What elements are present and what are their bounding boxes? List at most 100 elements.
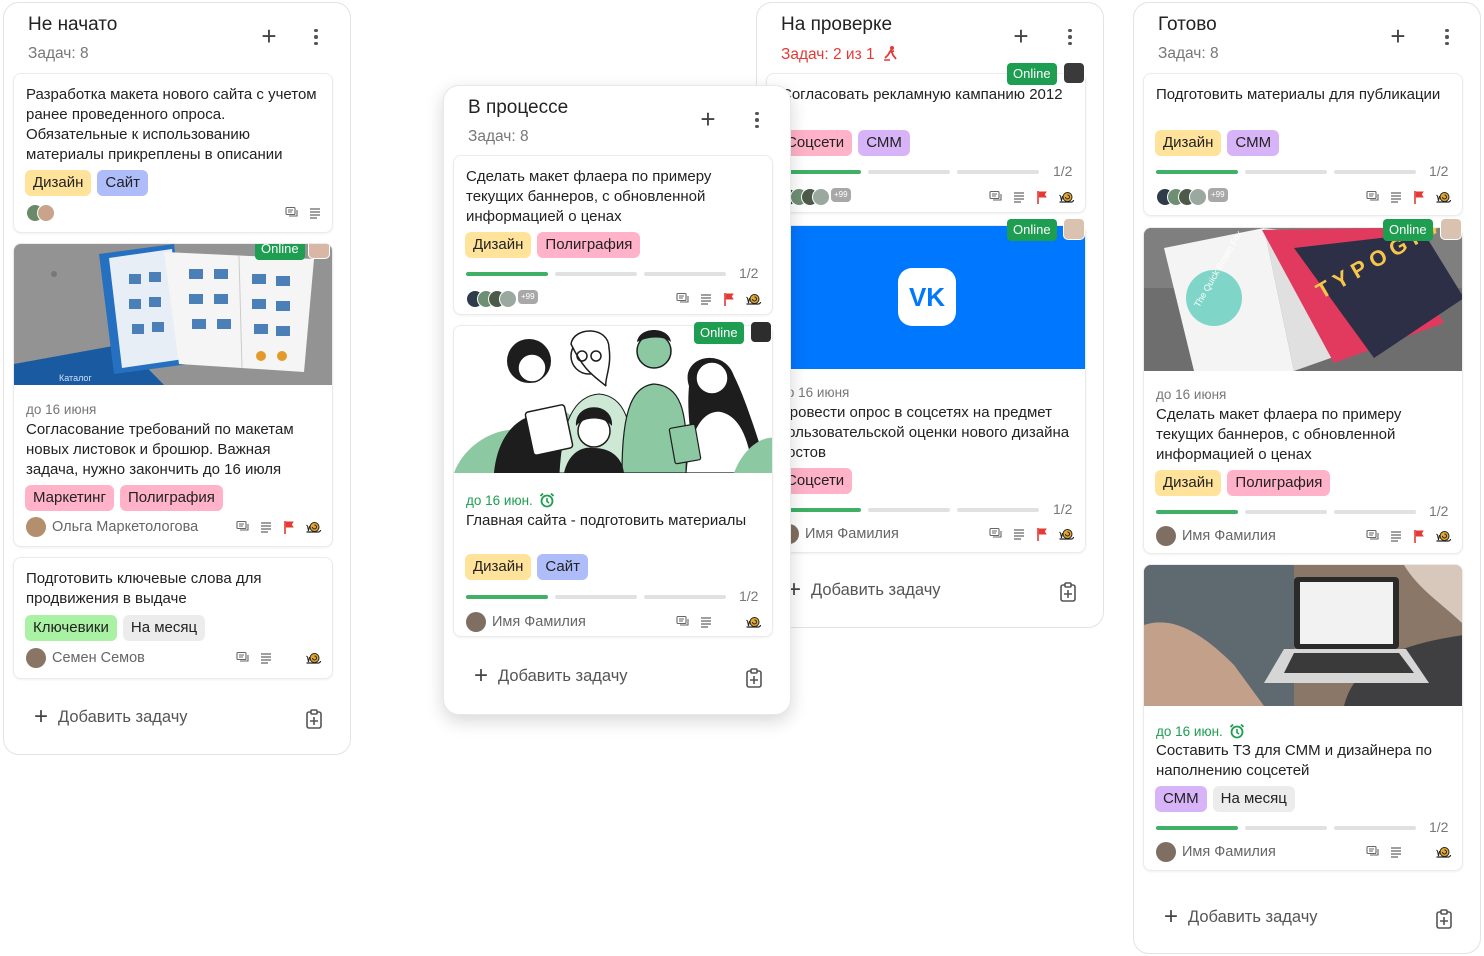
vk-logo-icon: VK	[898, 268, 956, 326]
assignee-avatars[interactable]: +99	[1156, 188, 1228, 206]
tag[interactable]: Маркетинг	[25, 485, 114, 511]
snail-icon[interactable]	[1435, 190, 1452, 204]
comments-icon[interactable]	[989, 190, 1003, 204]
card-title: Сделать макет флаера по примеру текущих …	[466, 168, 712, 225]
card-cover-image: The Quick Brown Fox TYPOGRAPHY	[1144, 228, 1462, 371]
assignee-avatars[interactable]: +99	[466, 290, 538, 308]
assignee-name[interactable]: Имя Фамилия	[492, 614, 586, 630]
task-card[interactable]: Каталог Online до 16 июня Согласование т…	[13, 243, 333, 547]
snail-icon[interactable]	[1058, 527, 1075, 541]
comments-icon[interactable]	[236, 520, 250, 534]
add-task-label: Добавить задачу	[498, 666, 628, 685]
comments-icon[interactable]	[676, 615, 690, 629]
snail-icon[interactable]	[1435, 845, 1452, 859]
task-card[interactable]: до 16 июн. Составить ТЗ для СММ и дизайн…	[1143, 564, 1463, 871]
description-icon	[259, 520, 273, 534]
add-task-button[interactable]: + Добавить задачу	[1164, 905, 1318, 929]
task-card[interactable]: VK до 16 июня Провести опрос в соцсетях …	[766, 225, 1086, 553]
column-task-count: Задач: 8	[28, 45, 89, 62]
tag[interactable]: Полиграфия	[119, 485, 223, 511]
column-done: Готово Задач: 8 + Подготовить материалы …	[1133, 2, 1481, 954]
flag-icon[interactable]	[1035, 527, 1049, 541]
avatar	[466, 612, 486, 632]
assignee-avatars[interactable]	[26, 204, 55, 222]
add-card-button[interactable]: +	[696, 106, 720, 132]
tag[interactable]: Ключевики	[25, 615, 117, 641]
task-card[interactable]: Подготовить ключевые слова для продвижен…	[13, 557, 333, 679]
task-card[interactable]: Согласовать рекламную кампанию 2012 Соцс…	[766, 73, 1086, 213]
snail-icon[interactable]	[745, 292, 762, 306]
add-card-button[interactable]: +	[257, 23, 281, 49]
comments-icon[interactable]	[285, 206, 299, 220]
tag[interactable]: На месяц	[122, 615, 206, 641]
tag[interactable]: На месяц	[1212, 786, 1295, 812]
tag[interactable]: Дизайн	[1155, 470, 1222, 496]
comments-icon[interactable]	[989, 527, 1003, 541]
column-menu-icon[interactable]	[1064, 25, 1076, 49]
task-card[interactable]: Подготовить материалы для публикации Диз…	[1143, 73, 1463, 216]
tag[interactable]: Дизайн	[465, 232, 532, 258]
flag-icon[interactable]	[1412, 529, 1426, 543]
clipboard-add-icon[interactable]	[745, 668, 763, 688]
snail-icon[interactable]	[745, 615, 762, 629]
comments-icon[interactable]	[676, 292, 690, 306]
comments-icon[interactable]	[1366, 845, 1380, 859]
snail-icon[interactable]	[1435, 529, 1452, 543]
flag-icon[interactable]	[282, 520, 296, 534]
tag[interactable]: СММ	[1155, 786, 1207, 812]
snail-icon[interactable]	[305, 520, 322, 534]
tag[interactable]: Сайт	[97, 170, 149, 196]
add-task-label: Добавить задачу	[58, 707, 188, 726]
add-task-button[interactable]: + Добавить задачу	[787, 578, 941, 602]
comments-icon[interactable]	[236, 651, 250, 665]
snail-icon[interactable]	[305, 651, 322, 665]
assignee-name[interactable]: Имя Фамилия	[1182, 844, 1276, 860]
task-card[interactable]: The Quick Brown Fox TYPOGRAPHY до 16 июн…	[1143, 227, 1463, 554]
tag[interactable]: Сайт	[537, 554, 589, 580]
online-badge: Online	[1383, 219, 1433, 241]
description-icon	[1012, 527, 1026, 541]
card-title: Главная сайта - подготовить материалы	[466, 512, 747, 529]
clipboard-add-icon[interactable]	[1435, 909, 1453, 929]
flag-icon[interactable]	[1035, 190, 1049, 204]
clipboard-add-icon[interactable]	[305, 709, 323, 729]
description-icon	[1389, 529, 1403, 543]
snail-icon[interactable]	[1058, 190, 1075, 204]
assignee-name[interactable]: Ольга Маркетологова	[52, 519, 198, 535]
column-menu-icon[interactable]	[751, 108, 763, 132]
progress-count: 1/2	[739, 588, 759, 604]
comments-icon[interactable]	[1366, 529, 1380, 543]
flag-icon[interactable]	[722, 292, 736, 306]
progress-bar	[1156, 510, 1416, 514]
column-menu-icon[interactable]	[310, 25, 322, 49]
card-title: Согласование требований по макетам новых…	[26, 421, 294, 478]
clipboard-add-icon[interactable]	[1059, 582, 1077, 602]
progress-bar	[466, 272, 726, 276]
assignee-name[interactable]: Имя Фамилия	[1182, 528, 1276, 544]
tag[interactable]: Полиграфия	[1227, 470, 1331, 496]
avatar	[1156, 526, 1176, 546]
task-card[interactable]: Сделать макет флаера по примеру текущих …	[453, 155, 773, 315]
assignee-name[interactable]: Семен Семов	[52, 650, 145, 666]
tag[interactable]: Дизайн	[465, 554, 532, 580]
comments-icon[interactable]	[1366, 190, 1380, 204]
card-title: Провести опрос в соцсетях на предмет пол…	[779, 404, 1070, 461]
column-menu-icon[interactable]	[1441, 25, 1453, 49]
task-card[interactable]: до 16 июн. Главная сайта - подготовить м…	[453, 325, 773, 637]
task-count-text: Задач: 2 из 1	[781, 46, 875, 63]
tag[interactable]: СММ	[1227, 130, 1280, 156]
avatar	[499, 290, 517, 308]
tag[interactable]: СММ	[858, 130, 910, 156]
add-card-button[interactable]: +	[1009, 23, 1033, 49]
task-card[interactable]: Разработка макета нового сайта с учетом …	[13, 73, 333, 233]
add-task-button[interactable]: + Добавить задачу	[474, 664, 628, 688]
tag[interactable]: Дизайн	[1155, 130, 1222, 156]
tag[interactable]: Дизайн	[25, 170, 92, 196]
add-card-button[interactable]: +	[1386, 23, 1410, 49]
flag-icon[interactable]	[1412, 190, 1426, 204]
tag[interactable]: Полиграфия	[537, 232, 641, 258]
card-title: Согласовать рекламную кампанию 2012	[781, 86, 1063, 103]
add-task-button[interactable]: + Добавить задачу	[34, 705, 188, 729]
assignee-name[interactable]: Имя Фамилия	[805, 526, 899, 542]
column-task-count: Задач: 8	[1158, 45, 1219, 62]
